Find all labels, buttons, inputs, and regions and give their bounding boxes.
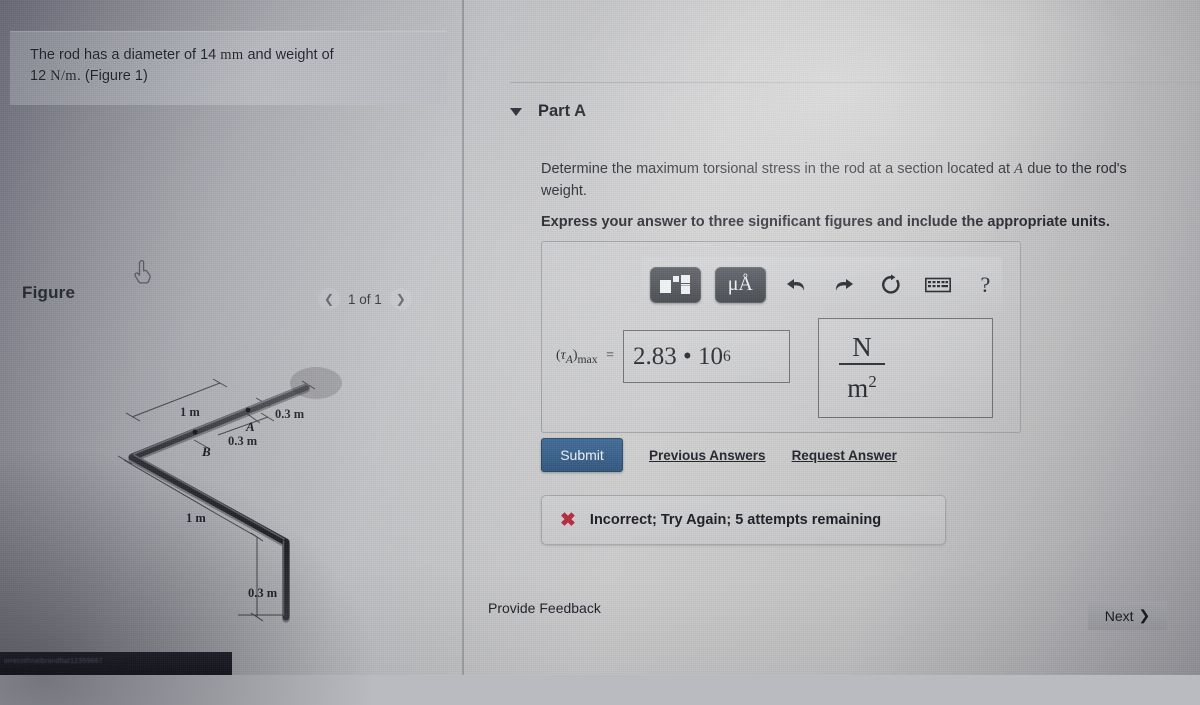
keyboard-icon[interactable] [921,270,954,300]
problem-figure-ref: . (Figure 1) [76,68,148,84]
next-button[interactable]: Next ❯ [1088,601,1167,630]
help-label: ? [980,271,991,297]
dim-label-lower-span: 1 m [186,511,206,525]
answer-value-text: 2.83 • 10 [632,342,723,370]
undo-arrow-icon[interactable] [780,270,813,300]
units-denominator: m2 [847,366,876,404]
problem-line2-value: 12 [30,68,47,84]
incorrect-x-icon: ✖ [560,509,576,531]
units-mu-angstrom-icon[interactable]: μÅ [714,266,766,303]
units-label: μÅ [727,273,753,295]
question-text: Determine the maximum torsional stress i… [541,158,1173,202]
math-template-icon[interactable] [650,266,701,303]
rod-diagram [117,367,342,623]
tau-subscript: A [565,352,573,366]
dim-label-upper-right: 0.3 m [275,407,305,421]
chevron-left-icon[interactable]: ❮ [318,288,340,310]
section-point-b-marker [192,429,198,435]
equals-sign: = [606,347,614,363]
provide-feedback-link[interactable]: Provide Feedback [488,600,601,616]
answer-value-input[interactable]: 2.83 • 10 6 [622,330,790,383]
answer-equation-row: (τA)max = 2.83 • 10 6 [556,330,790,383]
answer-actions: Submit Previous Answers Request Answer [541,438,897,472]
figure-pager: ❮ 1 of 1 ❯ [318,288,412,310]
caret-down-icon[interactable] [510,107,522,116]
part-a-header[interactable]: Part A [510,102,586,121]
units-fraction: N m2 [839,332,885,404]
problem-line1-a: The rod has a diameter of 14 [30,47,217,63]
part-a-label: Part A [538,102,586,120]
redo-arrow-icon[interactable] [827,270,860,300]
dim-label-bottom-drop: 0.3 m [248,586,278,600]
section-divider-rule [510,82,1200,83]
answer-instruction: Express your answer to three significant… [541,214,1110,230]
answer-units-input[interactable]: N m2 [818,318,993,418]
pointing-hand-cursor [134,259,151,284]
units-numerator: N [852,332,872,362]
feedback-message: Incorrect; Try Again; 5 attempts remaini… [589,512,882,528]
point-label-b: B [202,444,211,459]
problem-unit-npm: N/m [50,68,77,84]
problem-unit-mm: mm [220,47,244,63]
dim-label-mid-right: 0.3 m [228,434,258,448]
reset-circular-arrow-icon[interactable] [874,270,907,300]
point-label-a: A [246,419,255,434]
chevron-right-icon[interactable]: ❯ [389,288,412,310]
dim-label-upper-span: 1 m [180,405,200,419]
chevron-right-icon: ❯ [1138,607,1151,623]
help-question-icon[interactable]: ? [969,270,1002,300]
feedback-banner: ✖ Incorrect; Try Again; 5 attempts remai… [541,495,946,545]
taskbar-text: orrecntfinalbrandflat12359667 [4,658,103,665]
answer-variable-label: (τA)max = [556,347,614,366]
problem-statement-text: The rod has a diameter of 14 mm and weig… [30,45,430,87]
problem-line1-b: and weight of [247,47,334,63]
request-answer-link[interactable]: Request Answer [792,448,897,463]
next-button-label: Next [1104,607,1134,624]
section-point-a-marker [245,407,251,413]
tau-max-subscript: max [577,352,598,366]
figure-page-count: 1 of 1 [348,291,382,307]
previous-answers-link[interactable]: Previous Answers [649,448,766,463]
submit-button[interactable]: Submit [541,438,623,472]
answer-value-exponent: 6 [722,347,731,365]
figure-pane: The rod has a diameter of 14 mm and weig… [0,0,462,675]
question-text-pre: Determine the maximum torsional stress i… [541,161,1011,177]
math-toolbar: μÅ ? [642,257,1002,312]
units-denominator-exponent: 2 [868,372,877,391]
figure-title: Figure [22,283,76,302]
screen-photo: The rod has a diameter of 14 mm and weig… [0,0,1200,705]
question-variable-a: A [1014,161,1024,177]
units-denominator-text: m [847,373,869,403]
units-fraction-bar [839,363,885,365]
